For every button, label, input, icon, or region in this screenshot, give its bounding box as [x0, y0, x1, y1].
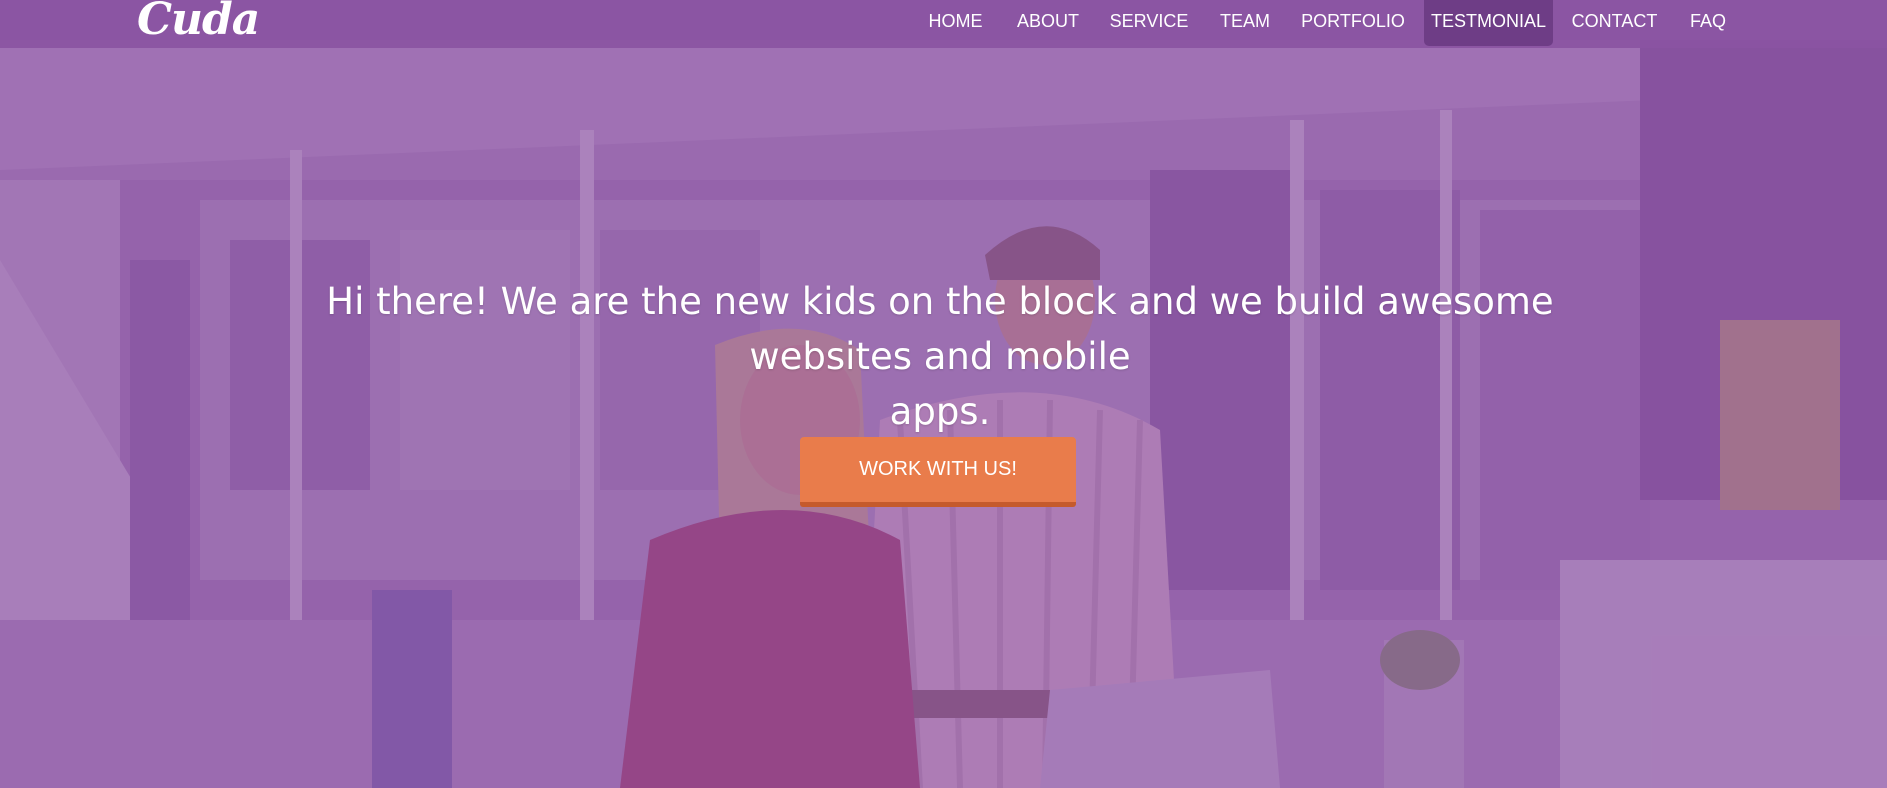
hero-headline-line-2: apps. [889, 390, 991, 433]
nav-item-portfolio[interactable]: PORTFOLIO [1297, 0, 1409, 46]
hero-headline: Hi there! We are the new kids on the blo… [240, 274, 1640, 439]
work-with-us-button[interactable]: WORK WITH US! [800, 437, 1076, 507]
nav-item-about[interactable]: ABOUT [1010, 0, 1086, 46]
nav-item-contact[interactable]: CONTACT [1570, 0, 1659, 46]
brand-logo[interactable]: Cuda [137, 0, 260, 42]
nav-item-team[interactable]: TEAM [1213, 0, 1277, 46]
top-navbar: Cuda HOME ABOUT SERVICE TEAM PORTFOLIO T… [0, 0, 1887, 48]
nav-item-home[interactable]: HOME [918, 0, 993, 46]
nav-item-faq[interactable]: FAQ [1681, 0, 1735, 46]
hero-headline-line-1: Hi there! We are the new kids on the blo… [326, 280, 1554, 378]
nav-item-testmonial[interactable]: TESTMONIAL [1424, 0, 1553, 46]
nav-item-service[interactable]: SERVICE [1106, 0, 1192, 46]
